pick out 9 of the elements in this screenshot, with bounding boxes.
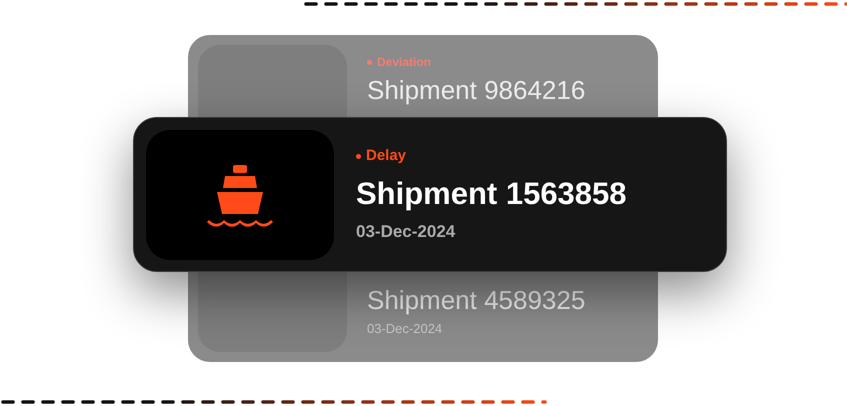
- shipment-card[interactable]: Delay Shipment 1563858 03-Dec-2024: [133, 117, 727, 272]
- status-label: Delay: [356, 145, 627, 168]
- ship-icon: [205, 162, 275, 226]
- status-label: Deviation: [367, 53, 586, 71]
- shipment-date: 03-Dec-2024: [356, 220, 456, 242]
- shipment-date: 03-Dec-2024: [367, 320, 444, 338]
- shipment-title: Shipment 1563858: [356, 178, 627, 208]
- shipment-title: Shipment 9864216: [367, 77, 586, 103]
- shipment-title: Shipment 4589325: [367, 286, 586, 312]
